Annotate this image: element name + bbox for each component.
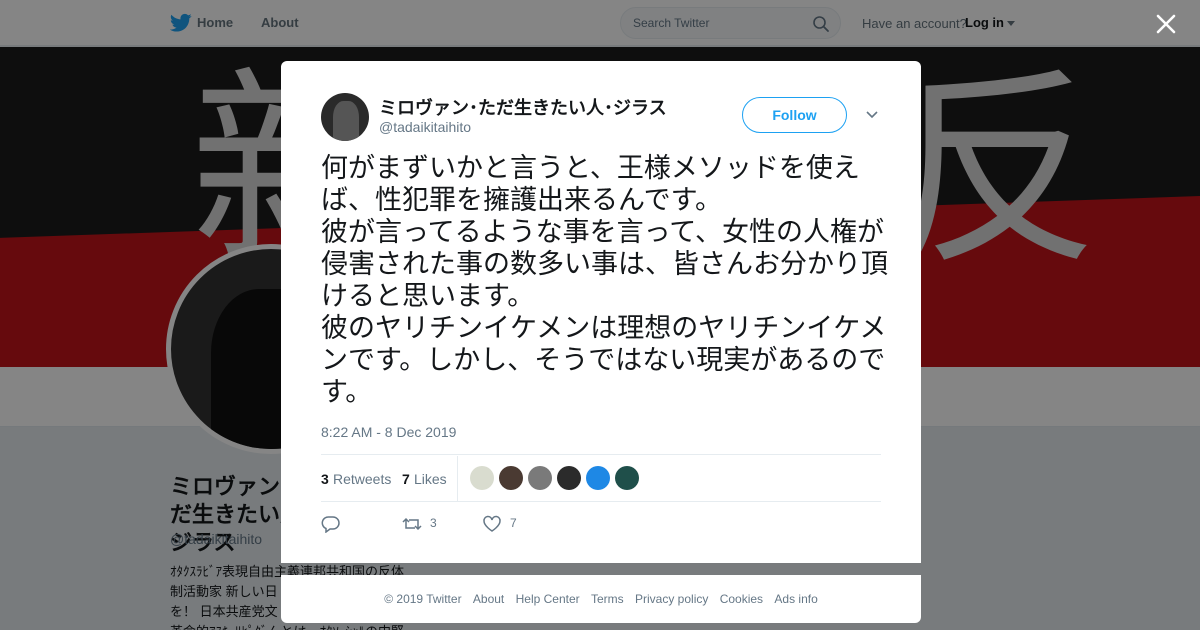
heart-icon[interactable] [482, 515, 502, 533]
close-icon[interactable] [1155, 13, 1177, 35]
retweets-count[interactable]: 3 [321, 471, 329, 487]
reply-icon[interactable] [321, 515, 341, 533]
tweet-timestamp[interactable]: 8:22 AM - 8 Dec 2019 [321, 424, 456, 440]
tweet-author-handle[interactable]: @tadaikitaihito [379, 119, 471, 135]
liker-avatar[interactable] [557, 466, 581, 490]
tweet-actions: 3 7 [321, 513, 881, 537]
likes-count[interactable]: 7 [402, 471, 410, 487]
liker-avatar[interactable] [528, 466, 552, 490]
liker-avatar[interactable] [499, 466, 523, 490]
avatar-figure [333, 101, 359, 141]
like-action-count: 7 [510, 516, 517, 530]
retweet-icon[interactable] [401, 515, 423, 533]
footer-copyright: © 2019 Twitter [384, 592, 462, 606]
modal-footer: © 2019 Twitter About Help Center Terms P… [281, 575, 921, 623]
footer-help-link[interactable]: Help Center [516, 592, 580, 606]
tweet-author-avatar[interactable] [321, 93, 369, 141]
chevron-down-icon[interactable] [865, 109, 879, 119]
liker-avatar[interactable] [615, 466, 639, 490]
follow-button[interactable]: Follow [742, 97, 847, 133]
footer-privacy-link[interactable]: Privacy policy [635, 592, 708, 606]
footer-cookies-link[interactable]: Cookies [720, 592, 763, 606]
retweet-action-count: 3 [430, 516, 437, 530]
tweet-stats: 3 Retweets 7 Likes [321, 454, 881, 502]
retweets-label[interactable]: Retweets [333, 471, 391, 487]
tweet-modal: ミロヴァン･ただ生きたい人･ジラス @tadaikitaihito Follow… [281, 61, 921, 563]
footer-ads-link[interactable]: Ads info [774, 592, 817, 606]
tweet-author-name[interactable]: ミロヴァン･ただ生きたい人･ジラス [379, 94, 667, 120]
tweet-text: 何がまずいかと言うと、王様メソッドを使えば、性犯罪を擁護出来るんです。 彼が言っ… [321, 153, 888, 408]
footer-terms-link[interactable]: Terms [591, 592, 624, 606]
stats-divider [457, 456, 458, 501]
liker-avatar[interactable] [586, 466, 610, 490]
likes-label[interactable]: Likes [414, 471, 447, 487]
footer-about-link[interactable]: About [473, 592, 504, 606]
liker-avatar[interactable] [470, 466, 494, 490]
